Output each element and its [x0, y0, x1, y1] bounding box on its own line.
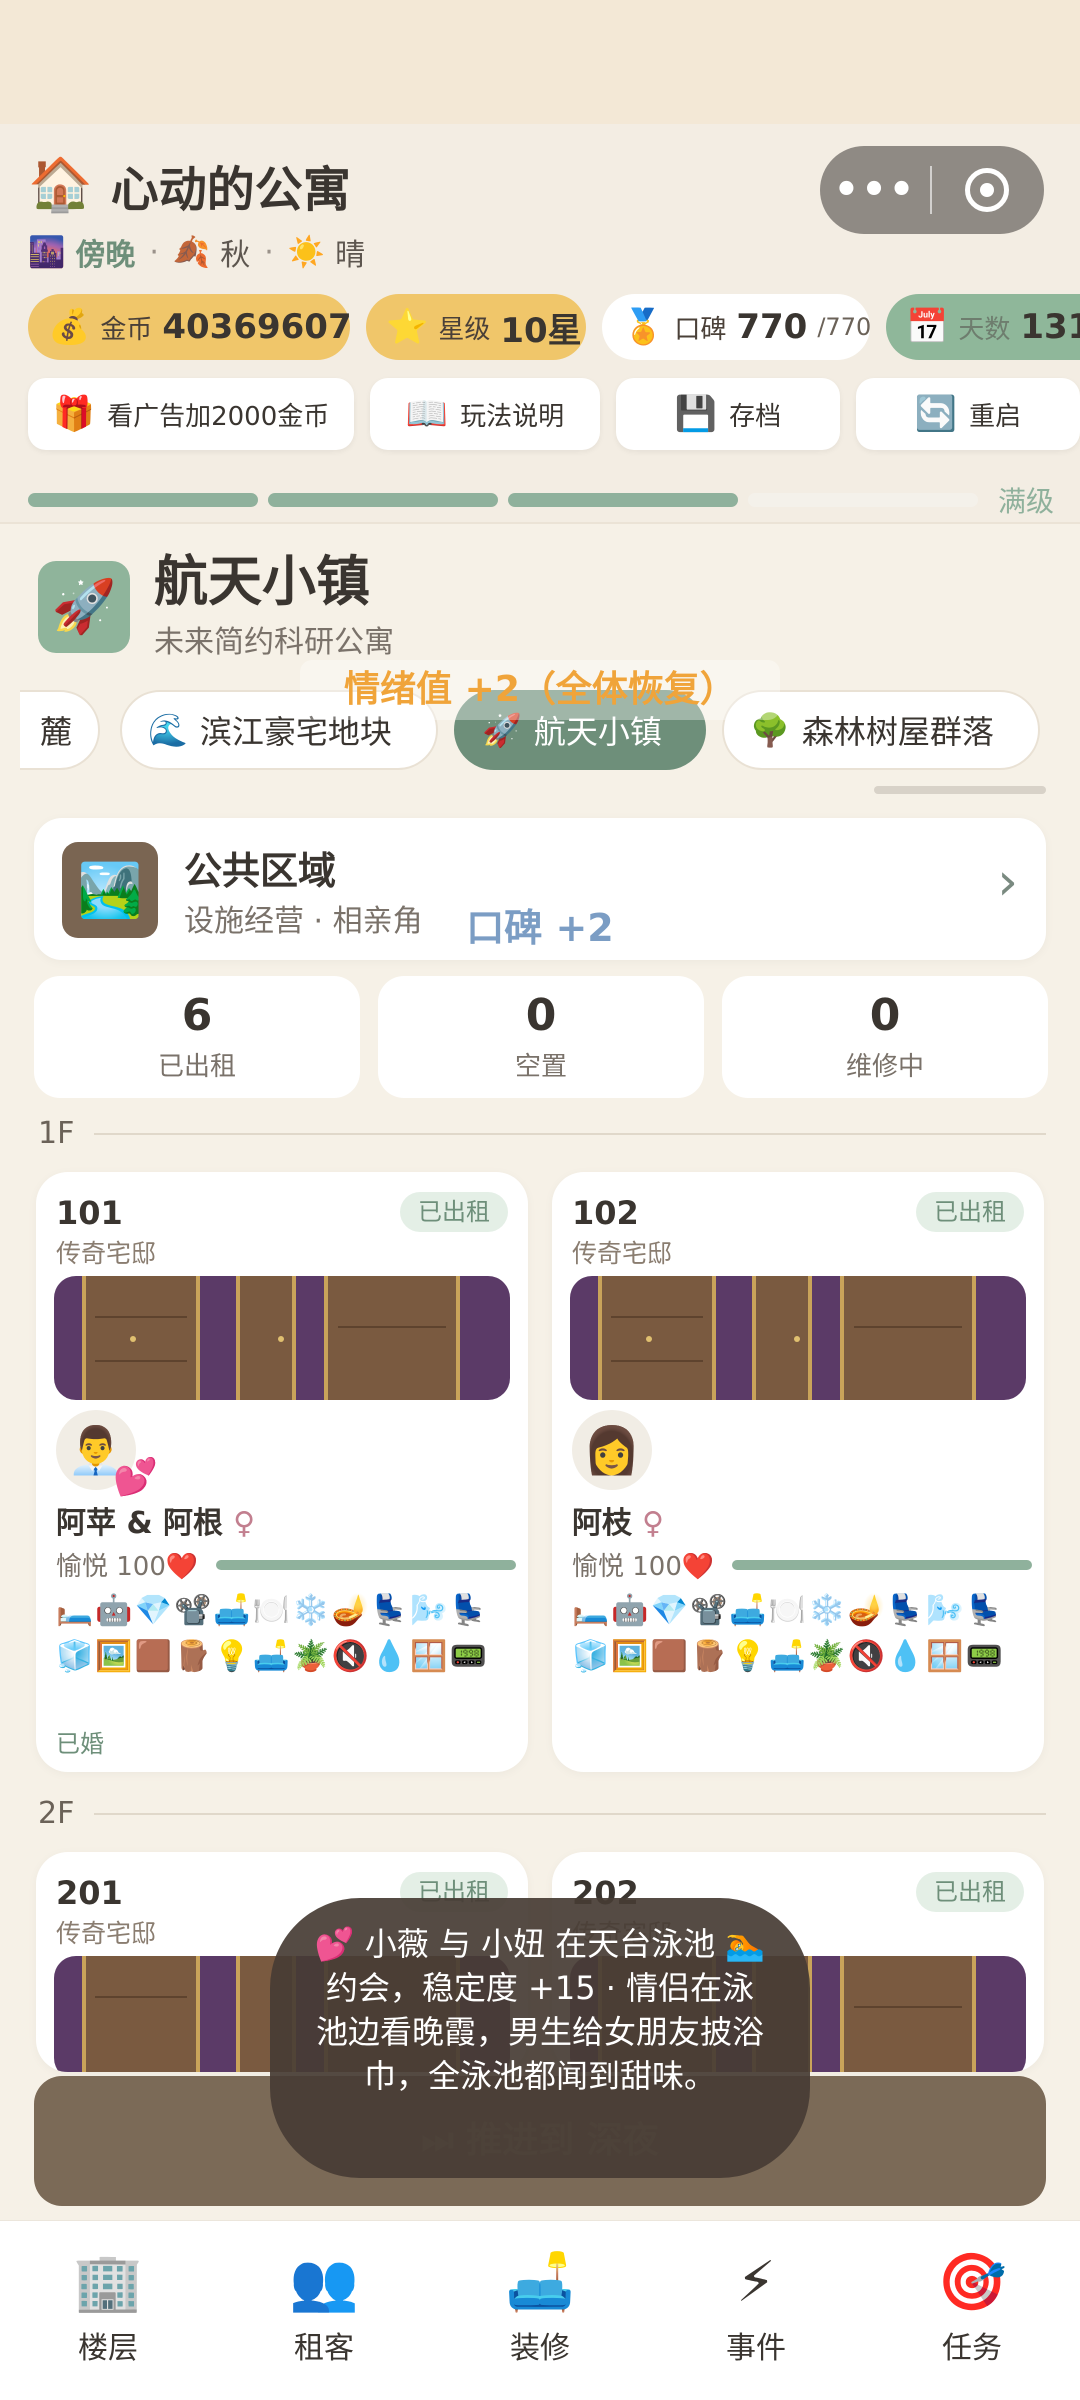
sofa-icon: 🛋️ — [505, 2250, 575, 2315]
nav-tenants[interactable]: 👥 租客 — [216, 2221, 432, 2400]
mood-bar — [216, 1559, 517, 1570]
tabs-scroll-indicator — [874, 786, 1046, 794]
book-icon: 📖 — [405, 394, 449, 434]
weather: 晴 — [335, 238, 366, 273]
header: 🏠 心动的公寓 ••• 🌆 傍晚 · 🍂 秋 · ☀️ 晴 💰 金币 40369… — [0, 124, 1080, 524]
status-badge: 已出租 — [916, 1872, 1024, 1912]
mood-bar — [732, 1559, 1033, 1570]
floor-label-2f: 2F — [38, 1796, 1046, 1831]
autumn-leaf-icon: 🍂 — [172, 234, 211, 270]
floppy-disk-icon: 💾 — [674, 394, 718, 434]
floating-reputation-text: 口碑 +2 — [440, 900, 640, 956]
status-bar-area — [0, 0, 1080, 124]
tenant-avatar: 👨‍💼 💕 — [56, 1410, 158, 1498]
stats-row: 💰 金币 40369607 ⭐ 星级 10星 🏅 口碑 770 /770 📅 天… — [28, 294, 1080, 360]
mini-program-capsule: ••• — [820, 146, 1044, 234]
people-icon: 👥 — [289, 2250, 359, 2315]
public-area-title: 公共区域 — [184, 849, 337, 893]
room-image — [54, 1276, 510, 1400]
wave-icon: 🌊 — [148, 711, 188, 749]
star-icon: ⭐ — [386, 307, 429, 347]
sun-icon: ☀️ — [287, 234, 326, 270]
close-target-icon — [965, 168, 1009, 212]
progress-segment — [268, 493, 498, 507]
marital-status: 已婚 — [56, 1730, 104, 1758]
gold-stat: 💰 金币 40369607 — [28, 294, 352, 360]
gift-icon: 🎁 — [52, 394, 96, 434]
environment-row: 🌆 傍晚 · 🍂 秋 · ☀️ 晴 — [28, 230, 365, 274]
nav-floors[interactable]: 🏢 楼层 — [0, 2221, 216, 2400]
event-toast: 💕 小薇 与 小妞 在天台泳池 🏊 约会，稳定度 +15 · 情侣在泳池边看晚霞… — [270, 1898, 810, 2178]
room-image — [570, 1276, 1026, 1400]
building-header: 🚀 航天小镇 未来简约科研公寓 — [38, 552, 394, 661]
facility-icons: 🛏️🤖💎📽️🛋️🍽️❄️🪔💺🌬️💺🧊🖼️🟫🪵💡🛋️🪴🔇💧🪟📟 — [572, 1593, 1005, 1674]
count-repair: 0 维修中 — [722, 976, 1048, 1098]
title-row: 🏠 心动的公寓 — [28, 150, 351, 220]
star-level-stat: ⭐ 星级 10星 — [366, 294, 586, 360]
bottom-nav: 🏢 楼层 👥 租客 🛋️ 装修 ⚡ 事件 🎯 任务 — [0, 2220, 1080, 2400]
chevron-right-icon: › — [997, 852, 1018, 912]
public-area-desc: 设施经营 · 相亲角 — [184, 904, 423, 939]
count-vacant: 0 空置 — [378, 976, 704, 1098]
building-name: 航天小镇 — [154, 550, 370, 613]
money-bag-icon: 💰 — [48, 307, 91, 347]
nav-decorate[interactable]: 🛋️ 装修 — [432, 2221, 648, 2400]
status-badge: 已出租 — [400, 1192, 508, 1232]
house-icon: 🏠 — [28, 155, 93, 215]
rocket-icon: 🚀 — [38, 560, 130, 653]
restart-button[interactable]: 🔄 重启 — [856, 378, 1080, 450]
reputation-stat: 🏅 口碑 770 /770 — [602, 294, 871, 360]
actions-row: 🎁 看广告加2000金币 📖 玩法说明 💾 存档 🔄 重启 — [28, 378, 1080, 450]
status-badge: 已出租 — [916, 1192, 1024, 1232]
medal-icon: 🏅 — [622, 307, 665, 347]
close-button[interactable] — [932, 168, 1042, 212]
landscape-icon: 🏞️ — [62, 842, 158, 938]
nav-events[interactable]: ⚡ 事件 — [648, 2221, 864, 2400]
target-icon: 🎯 — [937, 2250, 1007, 2315]
days-stat: 📅 天数 131 — [886, 294, 1080, 360]
facility-icons: 🛏️🤖💎📽️🛋️🍽️❄️🪔💺🌬️💺🧊🖼️🟫🪵💡🛋️🪴🔇💧🪟📟 — [56, 1593, 489, 1674]
hearts-icon: 💕 — [113, 1457, 158, 1498]
tenant-name: 阿苹 & 阿根 ♀ — [56, 1506, 256, 1541]
mood-row: 愉悦 100❤️ — [56, 1546, 517, 1583]
building-icon: 🏢 — [73, 2250, 143, 2315]
calendar-icon: 📅 — [906, 307, 949, 347]
lightning-icon: ⚡ — [736, 2250, 776, 2315]
tenant-name: 阿枝 ♀ — [572, 1506, 664, 1541]
building-desc: 未来简约科研公寓 — [154, 625, 394, 661]
nav-tasks[interactable]: 🎯 任务 — [864, 2221, 1080, 2400]
save-button[interactable]: 💾 存档 — [616, 378, 840, 450]
guide-button[interactable]: 📖 玩法说明 — [370, 378, 600, 450]
progress-segment — [28, 493, 258, 507]
mood-row: 愉悦 100❤️ — [572, 1546, 1033, 1583]
progress-segment — [508, 493, 738, 507]
level-progress: 满级 — [28, 480, 1054, 520]
room-card-102[interactable]: 102 传奇宅邸 已出租 👩 阿枝 ♀ 愉悦 100❤️ 🛏️🤖💎📽️🛋️🍽️❄️… — [552, 1172, 1044, 1772]
floor-label-1f: 1F — [38, 1116, 1046, 1151]
max-level-label: 满级 — [998, 485, 1055, 518]
more-menu-button[interactable]: ••• — [820, 170, 930, 210]
count-rented: 6 已出租 — [34, 976, 360, 1098]
refresh-icon: 🔄 — [914, 394, 958, 434]
watch-ad-button[interactable]: 🎁 看广告加2000金币 — [28, 378, 354, 450]
tenant-avatar: 👩 — [572, 1410, 652, 1490]
room-card-101[interactable]: 101 传奇宅邸 已出租 👨‍💼 💕 阿苹 & 阿根 ♀ 愉悦 100❤️ 🛏️🤖💎… — [36, 1172, 528, 1772]
time-of-day: 傍晚 — [75, 238, 136, 273]
app-title: 心动的公寓 — [110, 162, 351, 218]
progress-segment-empty — [748, 493, 978, 507]
tab-building-prev[interactable]: 麓 — [20, 690, 100, 770]
occupancy-counts: 6 已出租 0 空置 0 维修中 — [34, 976, 1048, 1098]
floating-emotion-text: 情绪值 +2（全体恢复） — [300, 660, 780, 720]
season: 秋 — [220, 238, 251, 273]
cityscape-icon: 🌆 — [28, 234, 66, 270]
